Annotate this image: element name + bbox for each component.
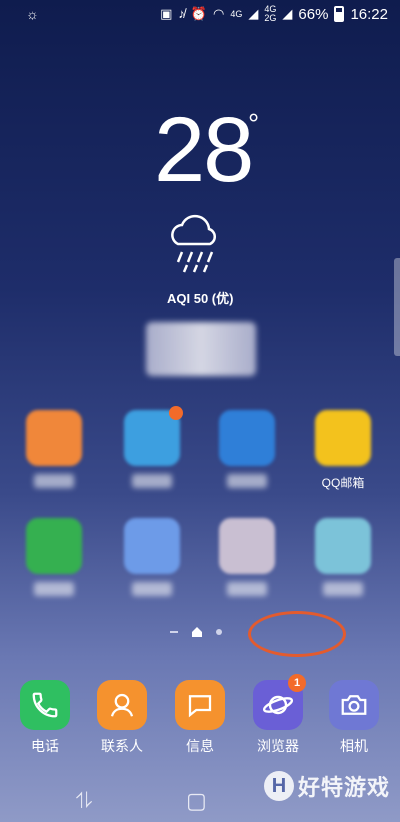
navigation-bar: ⥮ ▢ H 好特游戏 xyxy=(0,762,400,822)
watermark-logo: H 好特游戏 xyxy=(263,770,390,802)
home-page-indicator-icon xyxy=(192,627,202,637)
app-label xyxy=(132,582,172,596)
app-tile xyxy=(315,410,371,466)
brightness-icon: ☼ xyxy=(26,6,39,22)
app-label xyxy=(227,474,267,488)
app-label xyxy=(34,474,74,488)
phone-icon xyxy=(20,680,70,730)
recent-apps-icon[interactable]: ⥮ xyxy=(76,788,92,814)
signal-icon: ◢ xyxy=(248,6,259,21)
app-icon-5[interactable] xyxy=(19,518,89,596)
app-icon-2[interactable] xyxy=(117,406,187,488)
dock-app-messages[interactable]: 信息 xyxy=(164,680,236,756)
briefing-page-indicator xyxy=(170,631,178,633)
app-tile xyxy=(219,518,275,574)
temperature: 28 xyxy=(154,99,254,201)
location-blurred xyxy=(146,322,256,376)
contacts-icon xyxy=(97,680,147,730)
app-tile xyxy=(219,410,275,466)
home-button-icon[interactable]: ▢ xyxy=(186,788,207,814)
dock-label: 相机 xyxy=(340,738,368,754)
app-tile xyxy=(124,518,180,574)
page-indicator-dot xyxy=(216,629,222,635)
app-icon-7[interactable] xyxy=(212,518,282,596)
watermark-text: 好特游戏 xyxy=(297,775,390,800)
app-tile xyxy=(26,518,82,574)
page-indicators[interactable] xyxy=(170,627,222,637)
network-4g-label: 4G xyxy=(230,8,243,19)
dock-app-phone[interactable]: 电话 xyxy=(9,680,81,756)
rain-cloud-icon xyxy=(171,214,216,273)
app-label xyxy=(323,582,363,596)
dock-app-camera[interactable]: 相机 xyxy=(318,680,390,756)
dock-label: 联系人 xyxy=(101,738,143,754)
message-icon xyxy=(175,680,225,730)
dock-app-browser[interactable]: 1 浏览器 xyxy=(242,674,314,756)
network-dual-label: 4G 2G xyxy=(264,4,277,23)
app-tile xyxy=(26,410,82,466)
wifi-icon: ◠ xyxy=(213,6,225,21)
app-label xyxy=(132,474,172,488)
dock-label: 浏览器 xyxy=(257,738,299,754)
app-label xyxy=(34,582,74,596)
degree-symbol: ° xyxy=(248,108,260,139)
mute-icon: ♪̸ xyxy=(178,6,185,21)
battery-icon xyxy=(334,6,345,22)
annotation-circle xyxy=(248,611,346,657)
battery-percent: 66% xyxy=(298,5,329,23)
app-icon-3[interactable] xyxy=(212,410,282,488)
dock-label: 信息 xyxy=(186,738,214,754)
edge-panel-handle[interactable] xyxy=(394,258,400,356)
sim-icon: ▣ xyxy=(160,6,173,21)
app-label xyxy=(227,582,267,596)
app-icon-qqmail[interactable]: QQ邮箱 xyxy=(308,410,378,490)
watermark-h-logo: H xyxy=(263,771,294,801)
notification-badge: 1 xyxy=(288,674,306,692)
dock-label: 电话 xyxy=(31,738,59,754)
app-icon-1[interactable] xyxy=(19,410,89,488)
camera-icon xyxy=(329,680,379,730)
app-label: QQ邮箱 xyxy=(321,476,365,490)
app-icon-8[interactable] xyxy=(308,518,378,596)
aqi-label: AQI 50 (优) xyxy=(167,291,234,306)
dock-app-contacts[interactable]: 联系人 xyxy=(86,680,158,756)
status-bar: ☼ ▣ ♪̸ ⏰ ◠ 4G ◢ 4G 2G ◢ 66% 16:22 xyxy=(0,0,400,28)
clock: 16:22 xyxy=(350,5,388,23)
app-tile xyxy=(315,518,371,574)
notification-badge xyxy=(169,406,183,420)
alarm-icon: ⏰ xyxy=(190,6,208,21)
signal-icon-2: ◢ xyxy=(282,6,293,21)
app-icon-6[interactable] xyxy=(117,518,187,596)
